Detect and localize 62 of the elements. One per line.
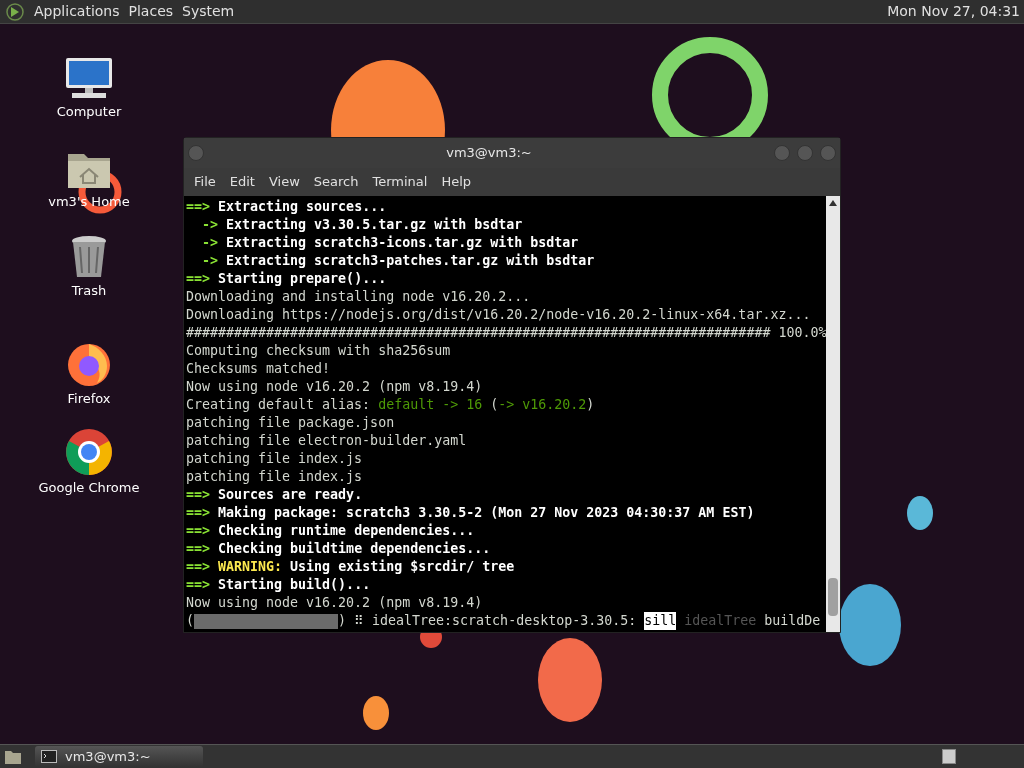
monitor-icon [64,56,114,100]
terminal-text: buildDe [763,612,821,630]
scrollbar[interactable] [826,196,840,632]
terminal-line: Creating default alias: default -> 16 (-> v16.20.2) [186,396,595,414]
terminal-line: ==> WARNING: Using existing $srcdir/ tree [186,558,515,576]
window-button[interactable] [797,145,813,161]
terminal-line: patching file package.json [186,414,395,432]
panel-menu[interactable]: System [182,1,235,22]
terminal-line: ######################################################################### 100.0% [186,324,826,342]
terminal-line: Now using node v16.20.2 (npm v8.19.4) [186,594,483,612]
terminal-line: Checksums matched! [186,360,331,378]
desktop-icon-label[interactable]: Firefox [67,388,111,408]
terminal-line: Downloading and installing node v16.20.2... [186,288,531,306]
terminal-text: ) [338,612,348,630]
terminal-line: ==> Making package: scratch3 3.30.5-2 (Mon 27 Nov 2023 04:30:37 AM EST) [186,504,755,522]
panel-menu[interactable]: Places [128,1,174,22]
panel-menu[interactable]: Applications [34,1,120,22]
terminal-line: Now using node v16.20.2 (npm v8.19.4) [186,378,483,396]
terminal-text: idealTree:scratch-desktop-3.30.5: [371,612,638,630]
terminal-icon [41,750,57,763]
menu-item[interactable]: Help [434,170,479,194]
menu-logo-icon[interactable] [5,1,25,22]
clock[interactable]: Mon Nov 27, 04:31 [887,1,1020,22]
log-level-badge: sill [644,612,677,630]
terminal-line: -> Extracting v3.30.5.tar.gz with bsdtar [201,216,523,234]
chrome-icon [65,428,113,476]
menu-item[interactable]: Search [306,170,366,194]
terminal-line: -> Extracting scratch3-icons.tar.gz with bsdtar [201,234,579,252]
terminal-line: patching file index.js [186,450,363,468]
window-title: vm3@vm3:~ [445,144,533,163]
terminal-line: patching file electron-builder.yaml [186,432,467,450]
desktop-icon-label[interactable]: Computer [56,102,122,122]
wallpaper-blob [907,496,933,530]
taskbar-button[interactable]: vm3@vm3:~ [35,746,203,767]
terminal-line: Downloading https://nodejs.org/dist/v16.20.2/node-v16.20.2-linux-x64.tar.xz... [186,306,811,324]
menu-item[interactable]: File [187,170,223,194]
terminal-text: ( [186,612,194,630]
desktop-icon-label[interactable]: Trash [71,281,107,301]
terminal-line: ==> Sources are ready. [186,486,363,504]
spinner: ⠿ [354,612,365,630]
terminal-line: ==> Checking buildtime dependencies... [186,540,491,558]
trash-icon [70,235,108,279]
show-desktop-icon[interactable] [4,748,22,765]
terminal-line: ==> Starting build()... [186,576,371,594]
window-button[interactable] [820,145,836,161]
terminal-line: ==> Starting prepare()... [186,270,387,288]
window-button[interactable] [188,145,204,161]
workspace-switcher[interactable] [942,749,956,764]
menu-item[interactable]: Terminal [365,170,435,194]
window-button[interactable] [774,145,790,161]
terminal-line: -> Extracting scratch3-patches.tar.gz with bsdtar [201,252,595,270]
wallpaper-blob [363,696,389,730]
desktop-icon-label[interactable]: Google Chrome [38,478,140,498]
scroll-up-icon[interactable] [829,200,837,206]
scrollbar-thumb[interactable] [828,578,838,616]
terminal-line: ==> Extracting sources... [186,198,387,216]
menu-item[interactable]: Edit [222,170,262,194]
terminal-line: patching file index.js [186,468,363,486]
terminal-line: ==> Checking runtime dependencies... [186,522,475,540]
menu-item[interactable]: View [261,170,307,194]
terminal-text: idealTree [683,612,757,630]
terminal-line: Computing checksum with sha256sum [186,342,451,360]
